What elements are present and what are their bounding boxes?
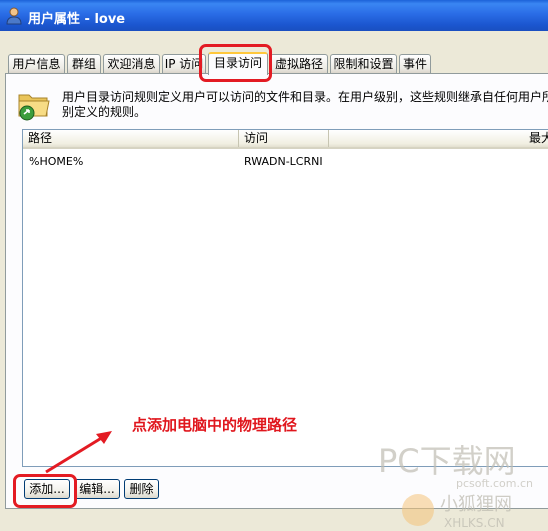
table-row[interactable]: %HOME% RWADN-LCRNI xyxy=(23,154,548,170)
add-button[interactable]: 添加... xyxy=(24,479,70,499)
tab-ip-access[interactable]: IP 访问 xyxy=(162,54,206,74)
column-header-access[interactable]: 访问 xyxy=(239,130,329,147)
tab-directory-access[interactable]: 目录访问 xyxy=(208,52,268,75)
column-header-max-label: 最大 xyxy=(529,131,548,145)
row-path: %HOME% xyxy=(29,155,84,168)
delete-button[interactable]: 删除 xyxy=(124,479,159,499)
annotation-text: 点添加电脑中的物理路径 xyxy=(132,416,298,434)
user-icon xyxy=(6,7,22,25)
tab-limits-settings[interactable]: 限制和设置 xyxy=(330,54,397,74)
tab-groups[interactable]: 群组 xyxy=(67,54,101,74)
watermark-partner-site: XHLKS.CN xyxy=(444,516,505,530)
folder-icon xyxy=(18,94,50,121)
window-titlebar[interactable]: 用户属性 - love xyxy=(0,0,548,31)
edit-button[interactable]: 编辑... xyxy=(74,479,120,499)
column-header-max[interactable]: 最大 xyxy=(329,130,548,147)
tab-virtual-paths[interactable]: 虚拟路径 xyxy=(270,54,328,74)
description-line-1: 用户目录访问规则定义用户可以访问的文件和目录。在用户级别，这些规则继承自任何用户… xyxy=(62,90,548,104)
tab-events[interactable]: 事件 xyxy=(399,54,431,74)
description-line-2: 别定义的规则。 xyxy=(62,105,147,119)
tab-user-info[interactable]: 用户信息 xyxy=(8,54,65,74)
description-text: 用户目录访问规则定义用户可以访问的文件和目录。在用户级别，这些规则继承自任何用户… xyxy=(62,90,548,120)
tab-welcome-message[interactable]: 欢迎消息 xyxy=(103,54,160,74)
window-title: 用户属性 - love xyxy=(28,12,126,27)
arrow-icon xyxy=(45,431,112,474)
tab-strip: 用户信息 群组 欢迎消息 IP 访问 目录访问 虚拟路径 限制和设置 事件 xyxy=(0,52,548,75)
column-header-path[interactable]: 路径 xyxy=(23,130,239,147)
list-header: 路径 访问 最大 xyxy=(23,130,548,149)
row-access: RWADN-LCRNI xyxy=(244,155,323,168)
